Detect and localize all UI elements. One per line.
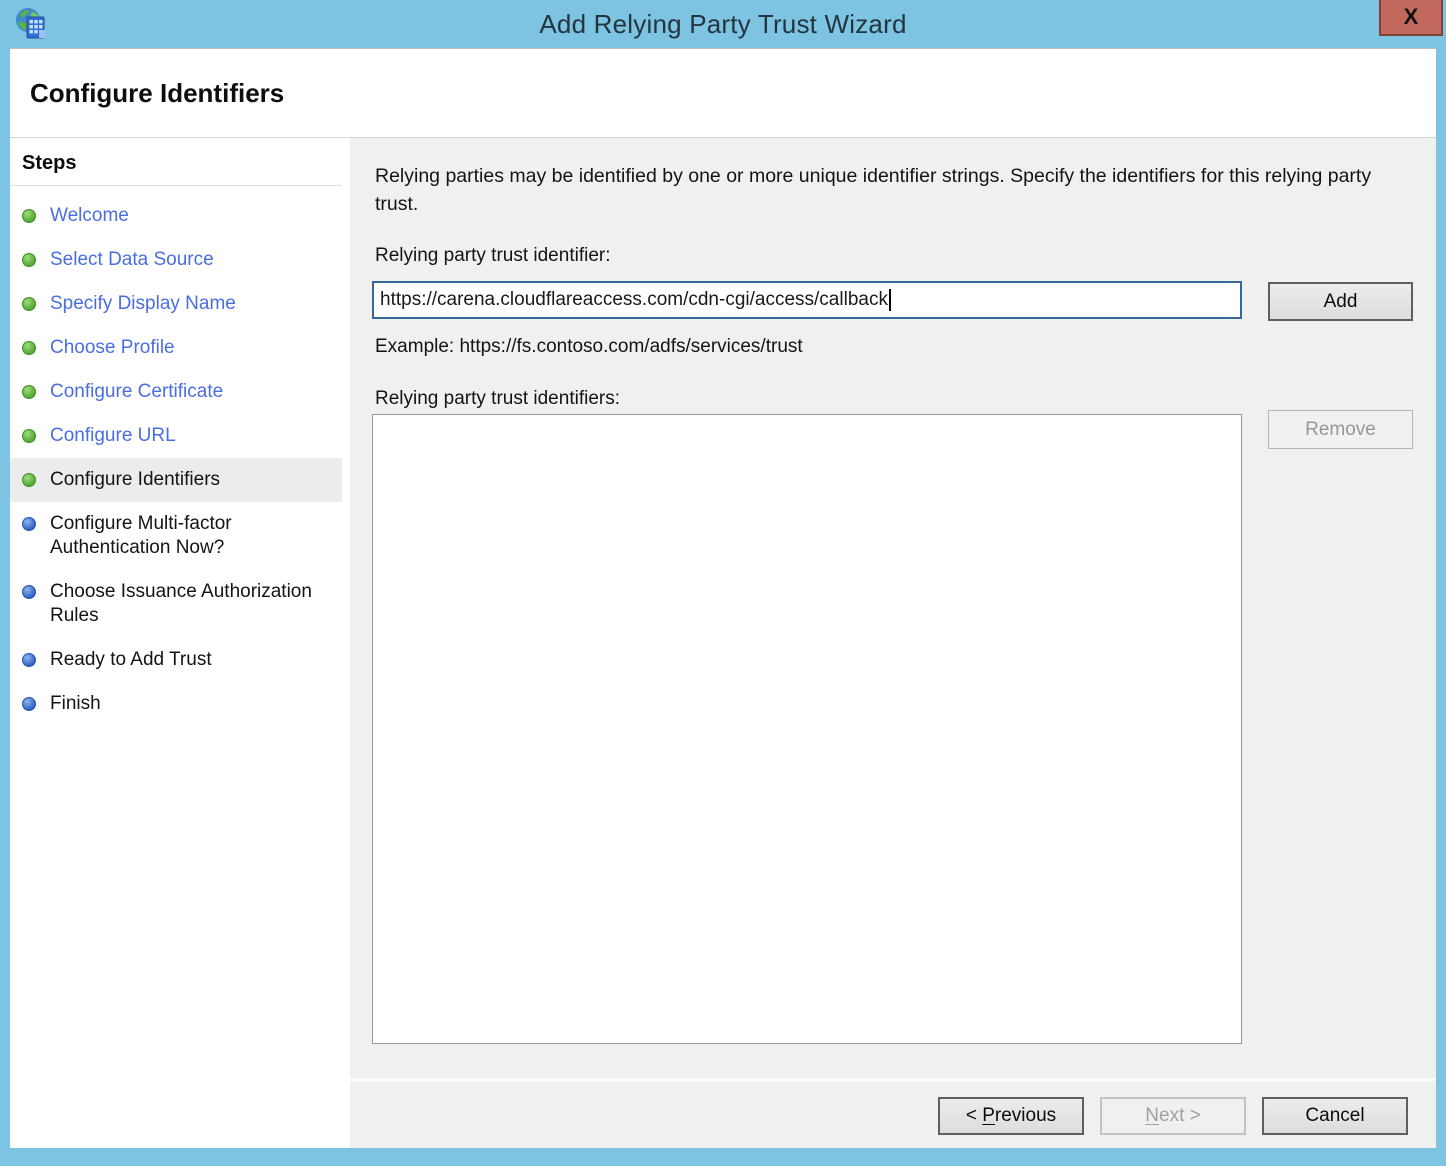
step-bullet-icon	[22, 429, 36, 443]
step-label: Choose Profile	[50, 336, 175, 360]
step-label: Configure Multi-factor Authentication No…	[50, 512, 336, 560]
identifiers-list-label: Relying party trust identifiers:	[375, 388, 620, 410]
steps-heading: Steps	[22, 152, 342, 175]
main-panel: Relying parties may be identified by one…	[350, 138, 1436, 1148]
step-label: Specify Display Name	[50, 292, 236, 316]
sidebar-step-choose-issuance-authorization-rules: Choose Issuance Authorization Rules	[10, 570, 342, 638]
footer-button-bar: < Previous Next > Cancel	[350, 1078, 1436, 1148]
steps-divider	[10, 185, 342, 186]
sidebar-step-select-data-source[interactable]: Select Data Source	[10, 238, 342, 282]
sidebar-step-configure-certificate[interactable]: Configure Certificate	[10, 370, 342, 414]
identifiers-listbox[interactable]	[372, 414, 1242, 1044]
step-bullet-icon	[22, 473, 36, 487]
cancel-button[interactable]: Cancel	[1262, 1097, 1408, 1135]
close-button[interactable]: X	[1379, 0, 1443, 36]
steps-list: Welcome Select Data Source Specify Displ…	[10, 194, 342, 726]
step-label: Select Data Source	[50, 248, 214, 272]
example-text: Example: https://fs.contoso.com/adfs/ser…	[375, 336, 803, 358]
intro-text: Relying parties may be identified by one…	[375, 162, 1405, 218]
step-label: Configure URL	[50, 424, 176, 448]
identifier-label: Relying party trust identifier:	[375, 245, 611, 267]
step-label: Welcome	[50, 204, 129, 228]
wizard-window: Add Relying Party Trust Wizard X Configu…	[0, 0, 1446, 1166]
sidebar-step-configure-url[interactable]: Configure URL	[10, 414, 342, 458]
step-bullet-icon	[22, 697, 36, 711]
step-label: Ready to Add Trust	[50, 648, 212, 672]
sidebar-step-finish: Finish	[10, 682, 342, 726]
step-bullet-icon	[22, 341, 36, 355]
main-content: Relying parties may be identified by one…	[350, 138, 1436, 1078]
step-bullet-icon	[22, 253, 36, 267]
sidebar-step-configure-multi-factor-authentication-now: Configure Multi-factor Authentication No…	[10, 502, 342, 570]
title-bar: Add Relying Party Trust Wizard X	[0, 0, 1446, 48]
remove-button[interactable]: Remove	[1268, 410, 1413, 449]
step-label: Configure Certificate	[50, 380, 223, 404]
step-bullet-icon	[22, 297, 36, 311]
identifier-input-value: https://carena.cloudflareaccess.com/cdn-…	[380, 289, 888, 311]
sidebar-step-configure-identifiers: Configure Identifiers	[10, 458, 342, 502]
adfs-app-icon	[14, 6, 50, 42]
step-bullet-icon	[22, 653, 36, 667]
add-button[interactable]: Add	[1268, 282, 1413, 321]
sidebar-step-ready-to-add-trust: Ready to Add Trust	[10, 638, 342, 682]
page-header: Configure Identifiers	[10, 48, 1436, 138]
step-label: Finish	[50, 692, 101, 716]
sidebar-step-welcome[interactable]: Welcome	[10, 194, 342, 238]
step-label: Configure Identifiers	[50, 468, 220, 492]
sidebar-step-specify-display-name[interactable]: Specify Display Name	[10, 282, 342, 326]
step-bullet-icon	[22, 585, 36, 599]
sidebar-step-choose-profile[interactable]: Choose Profile	[10, 326, 342, 370]
previous-button[interactable]: < Previous	[938, 1097, 1084, 1135]
next-button[interactable]: Next >	[1100, 1097, 1246, 1135]
identifier-input[interactable]: https://carena.cloudflareaccess.com/cdn-…	[372, 281, 1242, 319]
window-title: Add Relying Party Trust Wizard	[0, 9, 1446, 40]
page-title: Configure Identifiers	[30, 78, 284, 109]
step-bullet-icon	[22, 209, 36, 223]
wizard-frame: Configure Identifiers Steps Welcome Sele…	[10, 48, 1436, 1148]
step-bullet-icon	[22, 385, 36, 399]
step-bullet-icon	[22, 517, 36, 531]
text-caret	[889, 289, 891, 311]
step-label: Choose Issuance Authorization Rules	[50, 580, 336, 628]
steps-sidebar: Steps Welcome Select Data Source Specify…	[10, 138, 342, 1148]
